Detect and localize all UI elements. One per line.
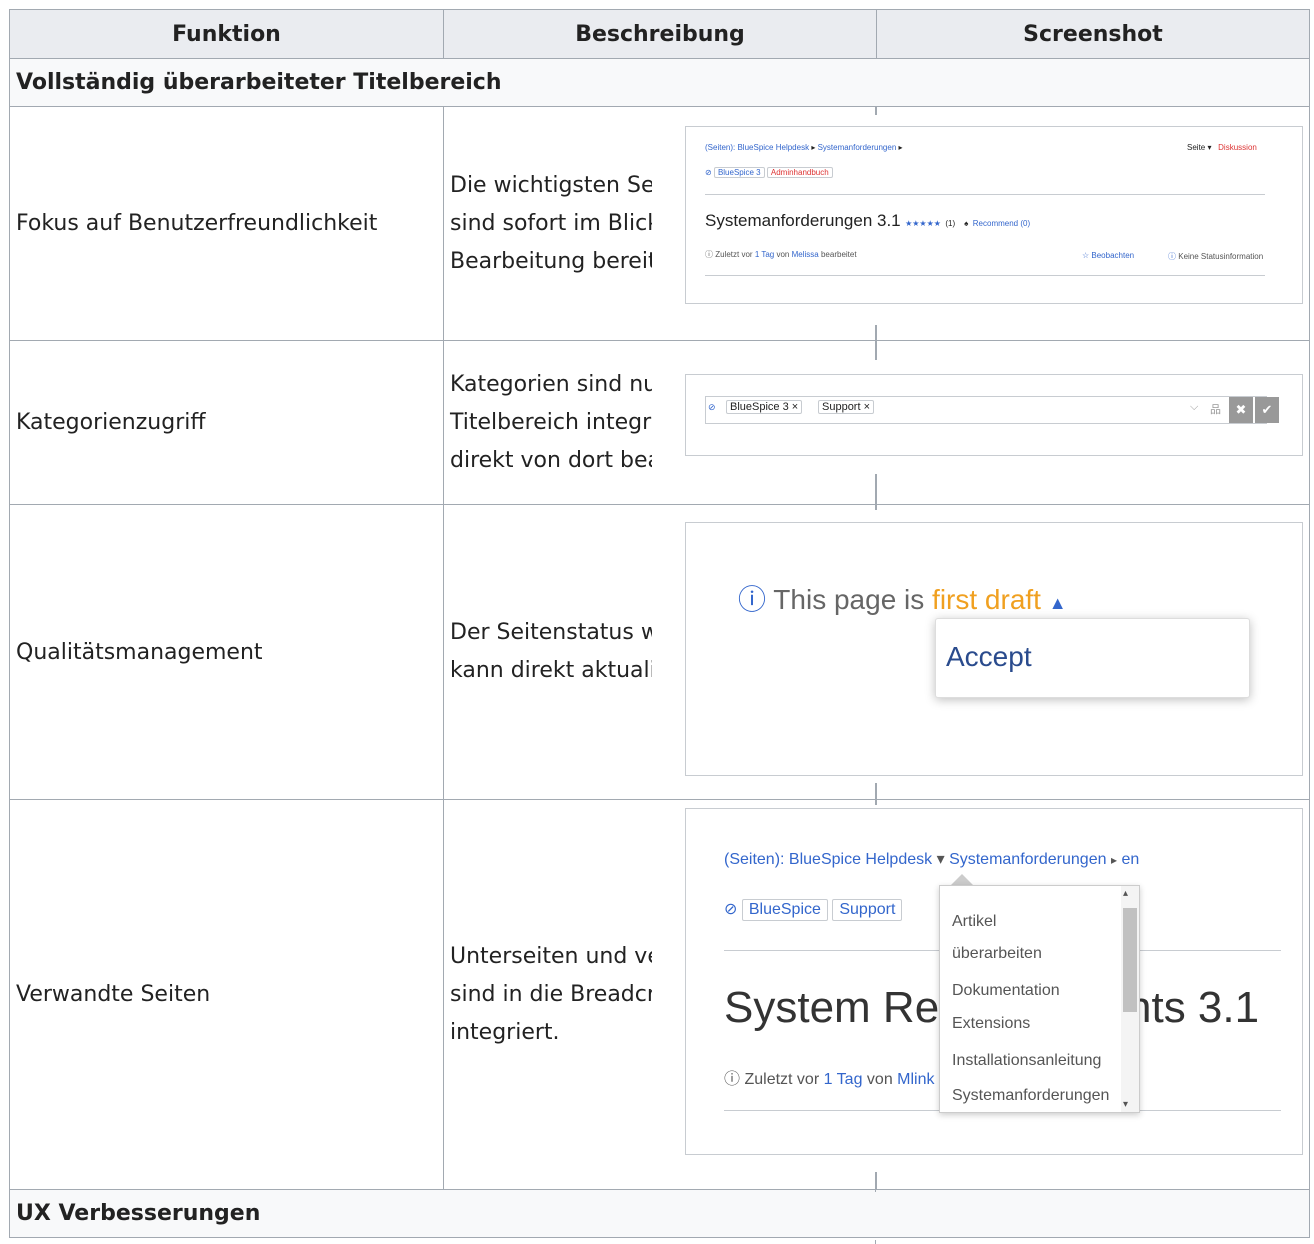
watch-link[interactable]: ☆ Beobachten [1082, 251, 1134, 260]
category-tag[interactable]: Support [832, 899, 903, 921]
chevron-down-icon[interactable]: ⌵ [1190, 401, 1198, 414]
dropdown-arrow [951, 874, 973, 885]
tag-icon: ⊘ [705, 168, 712, 177]
breadcrumb-link[interactable]: Systemanforderungen [818, 143, 897, 152]
chevron-right-icon[interactable]: ▸ [1111, 853, 1117, 867]
edited-user[interactable]: Mlink [897, 1071, 934, 1088]
chevron-right-icon[interactable]: ▸ [899, 143, 903, 152]
category-tag[interactable]: BlueSpice [741, 899, 828, 921]
edited-time[interactable]: 1 Tag [824, 1071, 863, 1088]
page-menu[interactable]: Seite [1187, 143, 1205, 152]
dropdown-item[interactable]: Extensions [952, 1006, 1109, 1041]
category-tag[interactable]: Adminhandbuch [766, 167, 833, 178]
scroll-up-icon[interactable]: ▴ [1123, 888, 1128, 899]
edited-time[interactable]: 1 Tag [755, 250, 774, 259]
category-chip[interactable]: Support × [818, 400, 875, 414]
confirm-button[interactable]: ✔ [1255, 397, 1279, 423]
breadcrumb-link[interactable]: BlueSpice Helpdesk [737, 143, 809, 152]
breadcrumb-namespace[interactable]: (Seiten): [705, 143, 735, 152]
caret-down-icon[interactable]: ▾ [937, 851, 945, 868]
dropdown-item[interactable]: überarbeiten [952, 936, 1109, 971]
edited-suffix: bearbeitet [820, 250, 857, 259]
header-screenshot: Screenshot [876, 9, 1310, 59]
edited-by: von [776, 250, 790, 259]
edited-user[interactable]: Melissa [792, 250, 819, 259]
breadcrumb-link[interactable]: BlueSpice Helpdesk [789, 851, 932, 868]
section-ux: UX Verbesserungen [9, 1189, 1310, 1238]
tag-icon: ⊘ [724, 901, 738, 918]
caret-up-icon[interactable]: ▲ [1049, 593, 1067, 613]
status-state[interactable]: first draft [932, 584, 1041, 615]
chevron-right-icon[interactable]: ▸ [811, 143, 815, 152]
screenshot-page-status: ⓘ This page is first draft ▲ Accept [652, 510, 1306, 783]
accept-button[interactable]: Accept [946, 641, 1032, 673]
discussion-link[interactable]: Diskussion [1218, 143, 1257, 152]
category-chip[interactable]: BlueSpice 3 × [726, 400, 803, 414]
status-info: Keine Statusinformation [1178, 252, 1264, 261]
category-tag[interactable]: BlueSpice 3 [713, 167, 765, 178]
screenshot-category-editor: ⊘ BlueSpice 3 × Support × ⌵ 品 ✖ ✔ [652, 360, 1306, 474]
page-title-left: System Re [724, 983, 940, 1032]
cancel-button[interactable]: ✖ [1229, 397, 1253, 423]
subpages-dropdown: Artikel überarbeiten Dokumentation Exten… [939, 885, 1140, 1113]
caret-down-icon[interactable]: ▾ [1207, 143, 1211, 152]
header-function: Funktion [9, 9, 444, 59]
rating-stars[interactable]: ★★★★★ [905, 219, 941, 228]
screenshot-related-pages: (Seiten): BlueSpice Helpdesk ▾ Systemanf… [652, 805, 1306, 1172]
scroll-down-icon[interactable]: ▾ [1123, 1099, 1128, 1110]
row-function: Fokus auf Benutzerfreundlichkeit [9, 106, 444, 341]
header-description: Beschreibung [443, 9, 877, 59]
breadcrumb-lang[interactable]: en [1121, 851, 1139, 868]
dropdown-item[interactable]: Artikel [952, 904, 1109, 939]
dropdown-item[interactable]: Systemanforderungen [952, 1078, 1109, 1113]
status-prefix: This page is [773, 584, 925, 615]
info-icon: ⓘ [705, 250, 713, 259]
edited-prefix: Zuletzt vor [744, 1071, 820, 1088]
status-dropdown: Accept [935, 618, 1250, 698]
tag-icon: ⊘ [708, 402, 716, 412]
dropdown-item[interactable]: Installationsanleitung [952, 1043, 1109, 1078]
row-function: Kategorienzugriff [9, 340, 444, 505]
info-icon: ⓘ [1168, 252, 1176, 261]
recommend-icon: ♠ [964, 219, 969, 228]
scrollbar[interactable]: ▴ ▾ [1121, 886, 1139, 1112]
dropdown-item[interactable]: Dokumentation [952, 973, 1109, 1008]
page-title-right: nts 3.1 [1127, 983, 1260, 1032]
info-icon: ⓘ [738, 584, 767, 615]
scrollbar-thumb[interactable] [1123, 908, 1137, 1012]
hierarchy-icon[interactable]: 品 [1210, 401, 1221, 417]
edited-prefix: Zuletzt vor [715, 250, 753, 259]
recommend-link[interactable]: Recommend (0) [973, 219, 1030, 228]
breadcrumb-namespace[interactable]: (Seiten): [724, 851, 784, 868]
screenshot-title-area: (Seiten): BlueSpice Helpdesk ▸ Systemanf… [652, 115, 1306, 325]
rating-count: (1) [945, 219, 956, 228]
row-function: Verwandte Seiten [9, 799, 444, 1190]
info-icon: ⓘ [724, 1071, 741, 1088]
edited-by: von [866, 1071, 893, 1088]
row-function: Qualitätsmanagement [9, 504, 444, 800]
breadcrumb-link[interactable]: Systemanforderungen [949, 851, 1106, 868]
section-title-area: Vollständig überarbeiteter Titelbereich [9, 58, 1310, 107]
page-title: Systemanforderungen 3.1 [705, 211, 901, 230]
